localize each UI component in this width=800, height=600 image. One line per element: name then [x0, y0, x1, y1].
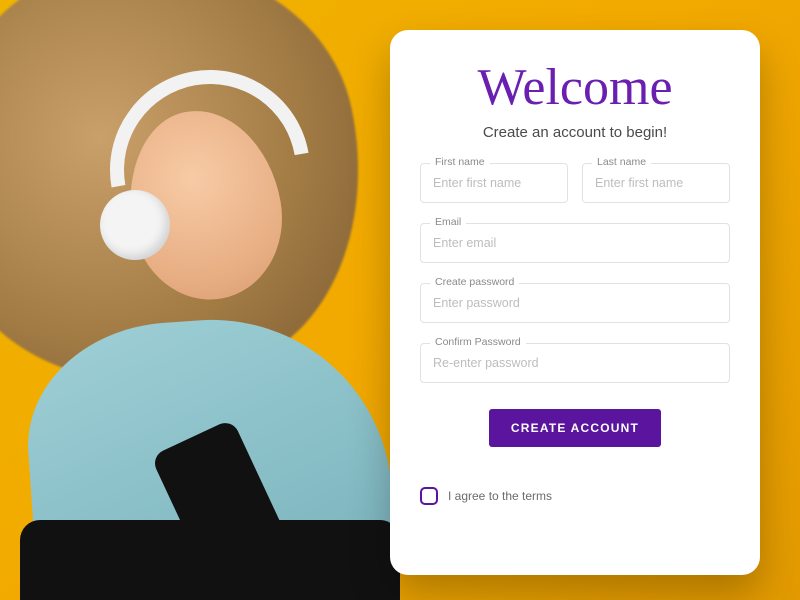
confirm-password-field[interactable]	[420, 343, 730, 383]
password-field[interactable]	[420, 283, 730, 323]
confirm-password-field-wrap: Confirm Password	[420, 343, 730, 383]
last-name-field[interactable]	[582, 163, 730, 203]
create-account-button[interactable]: CREATE ACCOUNT	[489, 409, 661, 447]
email-field[interactable]	[420, 223, 730, 263]
terms-checkbox[interactable]	[420, 487, 438, 505]
signup-card: Welcome Create an account to begin! Firs…	[390, 30, 760, 575]
password-label: Create password	[430, 276, 519, 288]
last-name-label: Last name	[592, 156, 651, 168]
confirm-password-label: Confirm Password	[430, 336, 526, 348]
password-field-wrap: Create password	[420, 283, 730, 323]
terms-label: I agree to the terms	[448, 489, 552, 503]
email-label: Email	[430, 216, 466, 228]
background-photo: Welcome Create an account to begin! Firs…	[0, 0, 800, 600]
signup-form: First name Last name Email Create passwo…	[420, 163, 730, 505]
first-name-field[interactable]	[420, 163, 568, 203]
page-title: Welcome	[477, 62, 672, 114]
first-name-label: First name	[430, 156, 490, 168]
page-subtitle: Create an account to begin!	[483, 124, 667, 141]
email-field-wrap: Email	[420, 223, 730, 263]
last-name-field-wrap: Last name	[582, 163, 730, 203]
terms-row: I agree to the terms	[420, 487, 730, 505]
first-name-field-wrap: First name	[420, 163, 568, 203]
